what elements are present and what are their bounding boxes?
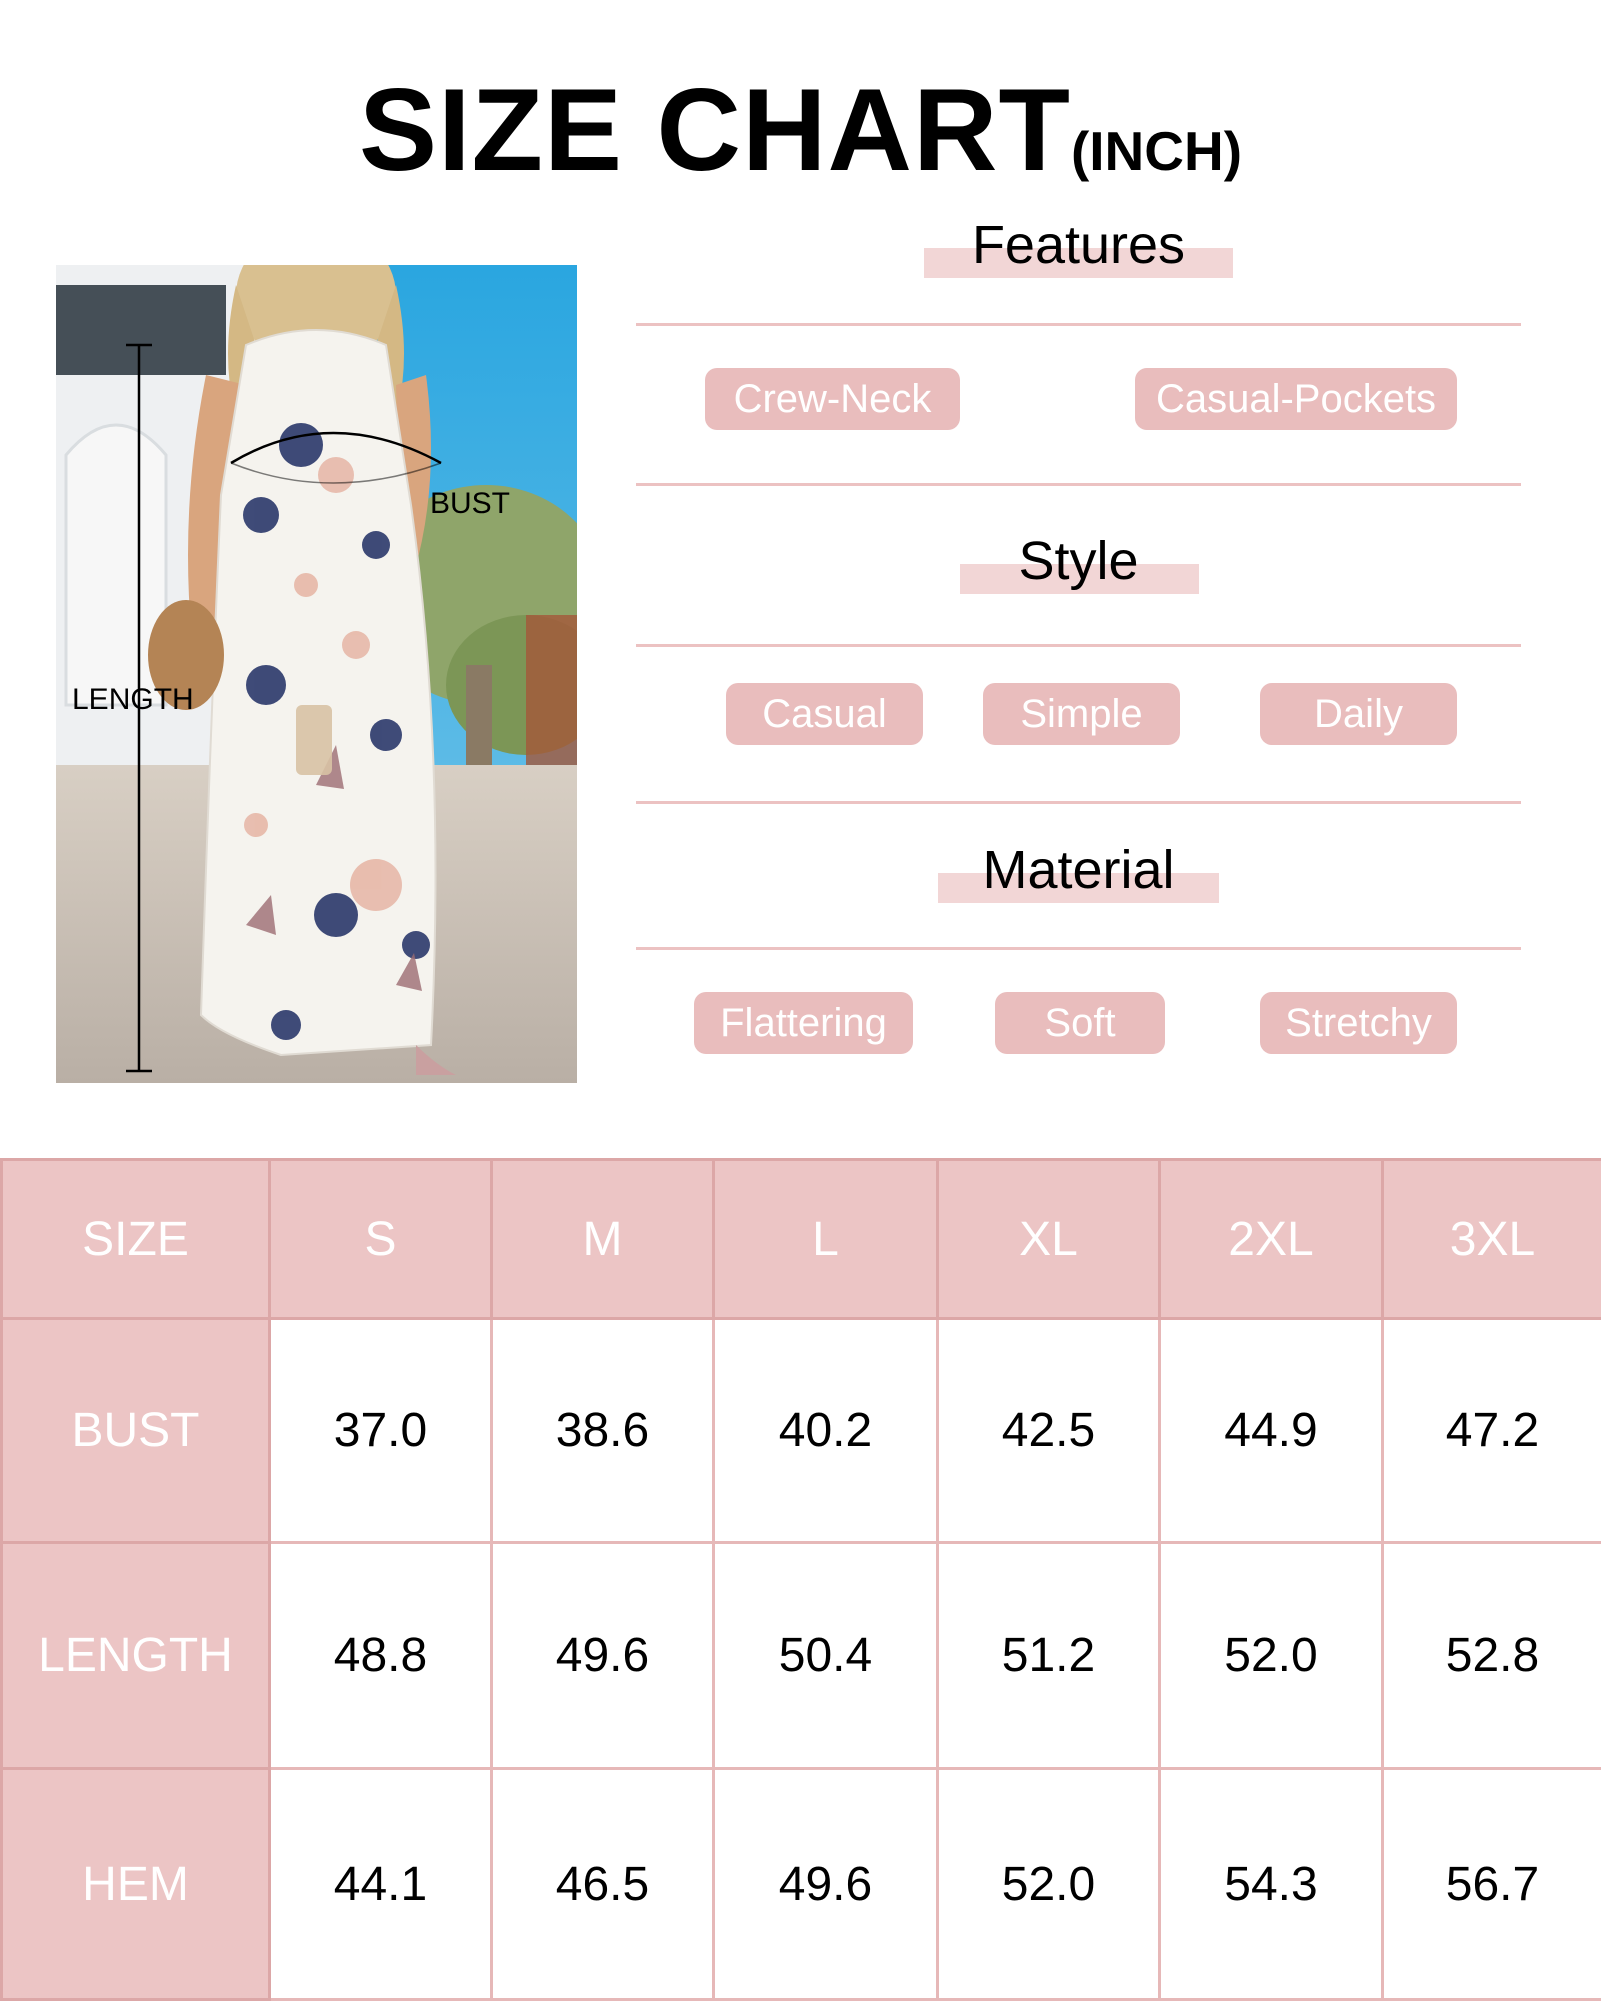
header-cell: 3XL [1381,1158,1601,1320]
table-row: HEM 44.1 46.5 49.6 52.0 54.3 56.7 [0,1767,1601,2001]
row-label: BUST [0,1317,271,1544]
tag-stretchy: Stretchy [1260,992,1457,1054]
divider [636,483,1521,486]
title-main: SIZE CHART [358,64,1071,195]
row-label: HEM [0,1767,271,2001]
header-cell: L [712,1158,939,1320]
header-cell: M [490,1158,715,1320]
tag-soft: Soft [995,992,1165,1054]
header-cell: SIZE [0,1158,271,1320]
header-cell: XL [936,1158,1161,1320]
divider [636,801,1521,804]
table-header-row: SIZE S M L XL 2XL 3XL [0,1158,1601,1320]
table-cell: 54.3 [1158,1767,1384,2001]
table-cell: 48.8 [268,1541,493,1770]
tag-simple: Simple [983,683,1180,745]
table-cell: 46.5 [490,1767,715,2001]
style-heading: Style [636,530,1521,594]
header-cell: S [268,1158,493,1320]
bust-label: BUST [430,487,511,520]
table-cell: 49.6 [490,1541,715,1770]
dress-illustration [56,265,577,1083]
material-heading-text: Material [982,840,1175,900]
material-heading: Material [636,839,1521,903]
tag-casual: Casual [726,683,923,745]
product-photo: BUST LENGTH [56,265,577,1083]
length-label: LENGTH [72,683,194,716]
page-title: SIZE CHART(INCH) [0,62,1601,197]
table-cell: 37.0 [268,1317,493,1544]
tag-daily: Daily [1260,683,1457,745]
title-unit: (INCH) [1070,120,1243,182]
tag-casual-pockets: Casual-Pockets [1135,368,1457,430]
table-cell: 49.6 [712,1767,939,2001]
features-heading: Features [636,214,1521,278]
style-heading-text: Style [1018,531,1139,591]
features-heading-text: Features [971,215,1186,275]
size-table: SIZE S M L XL 2XL 3XL BUST 37.0 38.6 40.… [0,1158,1601,2001]
table-cell: 44.9 [1158,1317,1384,1544]
table-cell: 52.8 [1381,1541,1601,1770]
table-cell: 56.7 [1381,1767,1601,2001]
table-cell: 52.0 [1158,1541,1384,1770]
divider [636,947,1521,950]
table-cell: 42.5 [936,1317,1161,1544]
table-cell: 50.4 [712,1541,939,1770]
table-cell: 51.2 [936,1541,1161,1770]
table-cell: 40.2 [712,1317,939,1544]
table-row: BUST 37.0 38.6 40.2 42.5 44.9 47.2 [0,1317,1601,1544]
tag-flattering: Flattering [694,992,913,1054]
table-row: LENGTH 48.8 49.6 50.4 51.2 52.0 52.8 [0,1541,1601,1770]
tag-crew-neck: Crew-Neck [705,368,960,430]
table-cell: 52.0 [936,1767,1161,2001]
table-cell: 47.2 [1381,1317,1601,1544]
row-label: LENGTH [0,1541,271,1770]
header-cell: 2XL [1158,1158,1384,1320]
divider [636,644,1521,647]
table-cell: 44.1 [268,1767,493,2001]
table-cell: 38.6 [490,1317,715,1544]
divider [636,323,1521,326]
